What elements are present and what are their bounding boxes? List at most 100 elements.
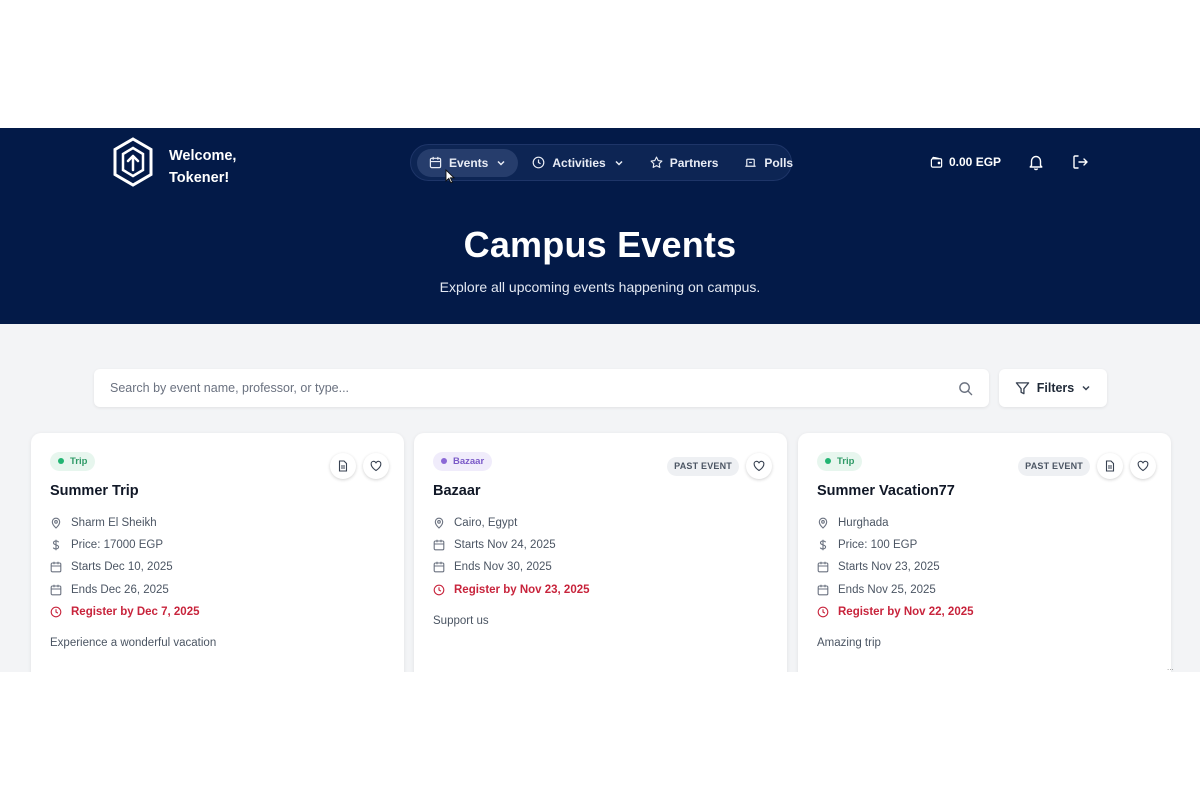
document-icon	[338, 460, 348, 472]
event-card[interactable]: Trip PAST EVENT Summer Vacation77 Hurgha…	[798, 433, 1171, 672]
document-button[interactable]	[330, 453, 356, 479]
clock-icon	[433, 584, 445, 596]
event-card[interactable]: Bazaar PAST EVENT Bazaar Cairo, Egypt St…	[414, 433, 787, 672]
document-button[interactable]	[1097, 453, 1123, 479]
search-input[interactable]	[110, 381, 958, 395]
event-price-text: Price: 17000 EGP	[71, 539, 164, 552]
main-nav: Events Activities Partners Polls	[410, 144, 793, 181]
header-hero: Welcome, Tokener! Events Activities Part…	[0, 128, 1200, 324]
header-tools: 0.00 EGP	[930, 153, 1089, 171]
logout-icon[interactable]	[1071, 153, 1089, 171]
heart-icon	[753, 460, 765, 472]
event-title: Summer Trip	[50, 482, 139, 499]
filters-button[interactable]: Filters	[999, 369, 1107, 407]
overlay-text: ...	[1167, 663, 1174, 672]
event-end-date: Ends Nov 25, 2025	[817, 579, 1152, 601]
event-description: Amazing trip	[817, 637, 881, 650]
event-start-date: Starts Nov 23, 2025	[817, 556, 1152, 578]
document-icon	[1105, 460, 1115, 472]
dollar-icon	[52, 539, 60, 551]
heart-icon	[370, 460, 382, 472]
event-location: Hurghada	[817, 512, 1152, 534]
calendar-icon	[50, 562, 62, 573]
chevron-down-icon	[615, 160, 623, 166]
event-meta: Sharm El Sheikh Price: 17000 EGP Starts …	[50, 512, 385, 624]
poll-icon	[745, 158, 757, 167]
event-location-text: Hurghada	[838, 516, 889, 529]
nav-events-label: Events	[449, 155, 489, 170]
calendar-icon	[433, 539, 445, 551]
calendar-icon	[429, 156, 442, 169]
mouse-cursor-icon	[445, 169, 455, 184]
event-start-date: Starts Nov 24, 2025	[433, 534, 768, 556]
past-event-badge: PAST EVENT	[667, 456, 739, 476]
nav-partners[interactable]: Partners	[638, 149, 731, 177]
page-subtitle: Explore all upcoming events happening on…	[439, 279, 761, 295]
welcome-line-1: Welcome,	[169, 148, 237, 164]
card-actions: PAST EVENT	[1018, 453, 1156, 479]
badge-dot	[58, 458, 64, 464]
event-end-text: Ends Nov 30, 2025	[454, 561, 552, 574]
card-actions	[330, 453, 389, 479]
nav-polls[interactable]: Polls	[732, 149, 805, 177]
event-register-text: Register by Dec 7, 2025	[71, 606, 200, 619]
chevron-down-icon	[1082, 385, 1090, 391]
heart-icon	[1137, 460, 1149, 472]
event-registration-deadline: Register by Nov 23, 2025	[433, 579, 768, 601]
nav-activities-label: Activities	[552, 155, 606, 170]
event-price: Price: 100 EGP	[817, 534, 1152, 556]
event-location: Cairo, Egypt	[433, 512, 768, 534]
logo-icon[interactable]	[112, 137, 154, 187]
wallet-balance[interactable]: 0.00 EGP	[930, 155, 1001, 169]
calendar-icon	[433, 562, 445, 573]
welcome-text: Welcome, Tokener!	[169, 145, 236, 189]
calendar-icon	[817, 562, 829, 573]
event-description: Support us	[433, 615, 489, 628]
welcome-username: Tokener!	[169, 170, 230, 186]
badge-label: Trip	[837, 455, 855, 467]
favorite-button[interactable]	[1130, 453, 1156, 479]
nav-events[interactable]: Events	[417, 148, 519, 177]
favorite-button[interactable]	[746, 453, 772, 479]
favorite-button[interactable]	[363, 453, 389, 479]
wallet-icon	[930, 156, 943, 168]
event-price: Price: 17000 EGP	[50, 534, 385, 556]
event-card[interactable]: Trip Summer Trip Sharm El Sheikh Price: …	[31, 433, 404, 672]
location-pin-icon	[51, 517, 61, 529]
badge-label: Trip	[70, 455, 88, 467]
filters-label: Filters	[1036, 381, 1075, 395]
event-end-date: Ends Nov 30, 2025	[433, 556, 768, 578]
clock-icon	[532, 156, 545, 169]
event-register-text: Register by Nov 22, 2025	[838, 606, 974, 619]
past-event-badge: PAST EVENT	[1018, 456, 1090, 476]
star-icon	[650, 156, 663, 168]
event-start-date: Starts Dec 10, 2025	[50, 556, 385, 578]
event-price-text: Price: 100 EGP	[838, 539, 918, 552]
filter-icon	[1015, 381, 1029, 394]
event-end-text: Ends Nov 25, 2025	[838, 583, 936, 596]
event-title: Bazaar	[433, 482, 481, 499]
event-end-date: Ends Dec 26, 2025	[50, 579, 385, 601]
nav-activities[interactable]: Activities	[520, 149, 635, 177]
nav-partners-label: Partners	[669, 155, 719, 170]
event-title: Summer Vacation77	[817, 482, 955, 499]
search-icon[interactable]	[958, 381, 973, 396]
event-registration-deadline: Register by Dec 7, 2025	[50, 601, 385, 623]
page-title: Campus Events	[463, 224, 737, 265]
location-pin-icon	[818, 517, 828, 529]
clock-icon	[50, 606, 62, 618]
event-type-badge: Bazaar	[433, 451, 493, 471]
event-start-text: Starts Nov 23, 2025	[838, 561, 940, 574]
bell-icon[interactable]	[1027, 153, 1045, 171]
clock-icon	[817, 606, 829, 618]
event-description: Experience a wonderful vacation	[50, 637, 217, 650]
event-type-badge: Trip	[50, 451, 96, 471]
event-start-text: Starts Dec 10, 2025	[71, 561, 173, 574]
calendar-icon	[50, 584, 62, 596]
calendar-icon	[817, 584, 829, 596]
app-frame: Welcome, Tokener! Events Activities Part…	[0, 128, 1200, 672]
event-location: Sharm El Sheikh	[50, 512, 385, 534]
card-actions: PAST EVENT	[667, 453, 772, 479]
event-type-badge: Trip	[817, 451, 863, 471]
nav-polls-label: Polls	[764, 155, 794, 170]
